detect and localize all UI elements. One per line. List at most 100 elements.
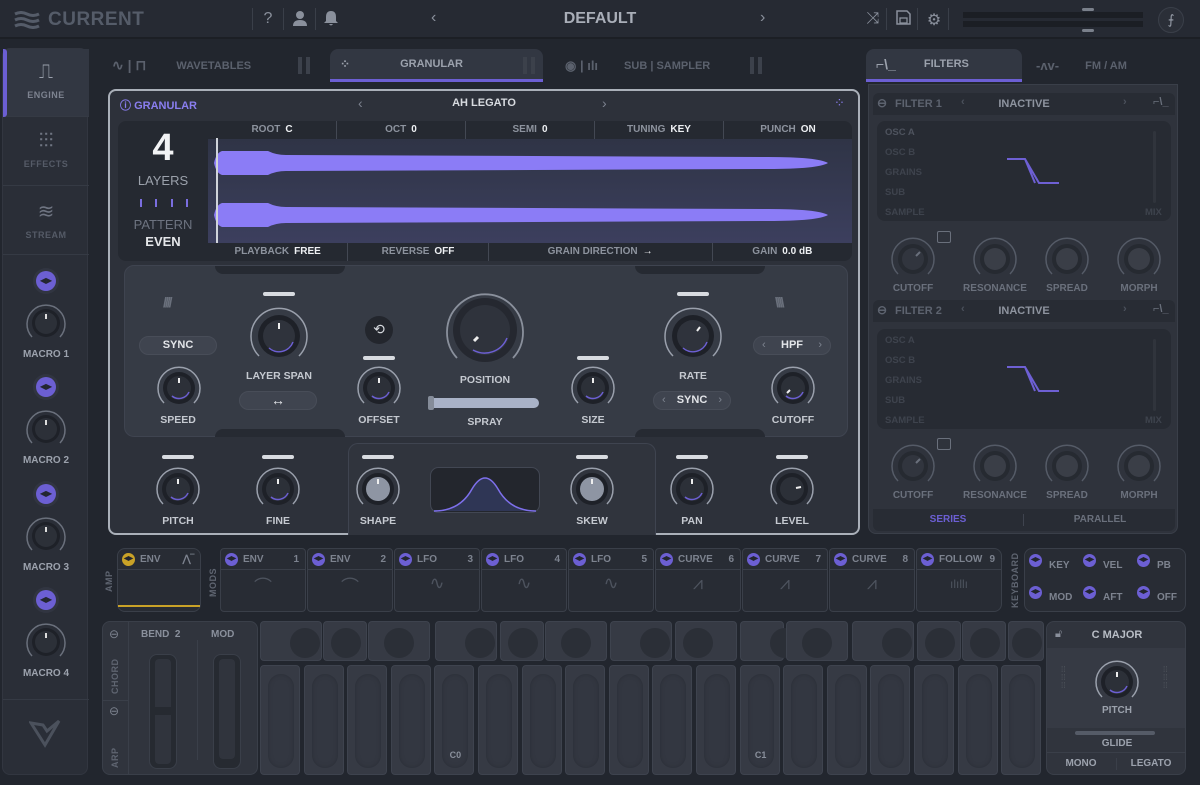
mod-handle[interactable]: ◀▶ (1083, 586, 1096, 599)
rate-mode-selector[interactable]: ‹ SYNC › (653, 391, 731, 410)
mono-button[interactable]: MONO (1047, 758, 1115, 769)
layer-span-knob[interactable] (247, 304, 311, 368)
macro-2-knob[interactable] (24, 407, 68, 451)
keytrack-icon[interactable] (937, 231, 951, 243)
speed-knob[interactable] (155, 364, 203, 412)
mix-slider[interactable] (1153, 131, 1156, 203)
preset-name[interactable]: DEFAULT (470, 10, 730, 28)
mod-handle[interactable]: ◀▶ (399, 553, 412, 566)
filter-type-selector[interactable]: ‹ HPF › (753, 336, 831, 355)
black-key[interactable] (545, 621, 607, 661)
black-key[interactable] (610, 621, 672, 661)
filter-2-morph-knob[interactable] (1115, 442, 1163, 490)
filter-2-spread-knob[interactable] (1043, 442, 1091, 490)
white-key[interactable] (303, 665, 344, 775)
prev-preset-button[interactable]: ‹ (431, 9, 436, 27)
shape-knob[interactable] (354, 465, 402, 513)
filter-1-resonance-knob[interactable] (971, 235, 1019, 283)
keytrack-icon[interactable] (937, 438, 951, 450)
macro-4-knob[interactable] (24, 620, 68, 664)
volume-handle[interactable] (1082, 8, 1094, 11)
white-key[interactable] (347, 665, 388, 775)
black-key[interactable] (435, 621, 497, 661)
mod-slot[interactable]: ◀▶ LFO 5 ∿ (568, 548, 654, 612)
tab-granular[interactable]: ⁘ GRANULAR (330, 49, 543, 82)
chord-power-icon[interactable]: ⊖ (109, 627, 119, 641)
mod-handle[interactable]: ◀▶ (573, 553, 586, 566)
sidebar-item-effects[interactable]: ⫶⫶⫶ EFFECTS (3, 118, 89, 186)
mod-slot[interactable]: ◀▶ LFO 3 ∿ (394, 548, 480, 612)
white-key[interactable]: C1 (739, 665, 780, 775)
kb-mod-mod[interactable]: ◀▶ MOD (1025, 581, 1079, 613)
black-key[interactable] (260, 621, 322, 661)
black-key[interactable] (368, 621, 430, 661)
tab-wavetables[interactable]: ∿ | ⊓ WAVETABLES (108, 49, 318, 82)
filter-1-cutoff-knob[interactable] (889, 235, 937, 283)
pitch-knob[interactable] (1093, 658, 1141, 706)
mod-handle[interactable]: ◀▶ (1137, 554, 1150, 567)
macro-mod-button[interactable]: ◀▶ (36, 590, 56, 610)
amp-mod-handle[interactable]: ◀▶ (122, 553, 135, 566)
macro-1-knob[interactable] (24, 301, 68, 345)
source-osc-b[interactable]: OSC B (885, 147, 915, 158)
pause-icon[interactable] (750, 57, 762, 74)
macro-mod-button[interactable]: ◀▶ (36, 271, 56, 291)
kb-mod-vel[interactable]: ◀▶ VEL (1079, 549, 1133, 581)
filter-2-cutoff-knob[interactable] (889, 442, 937, 490)
macro-mod-button[interactable]: ◀▶ (36, 377, 56, 397)
mod-handle[interactable]: ◀▶ (312, 553, 325, 566)
mod-handle[interactable]: ◀▶ (834, 553, 847, 566)
rate-knob[interactable] (661, 304, 725, 368)
next-filter-button[interactable]: › (1123, 303, 1127, 315)
mod-handle[interactable]: ◀▶ (1029, 554, 1042, 567)
param-semi[interactable]: SEMI 0 (466, 121, 595, 139)
macro-mod-button[interactable]: ◀▶ (36, 484, 56, 504)
white-key[interactable] (696, 665, 736, 775)
mod-handle[interactable]: ◀▶ (1029, 586, 1042, 599)
source-osc-b[interactable]: OSC B (885, 355, 915, 366)
grain-preset-name[interactable]: AH LEGATO (110, 97, 858, 109)
kb-mod-key[interactable]: ◀▶ KEY (1025, 549, 1079, 581)
black-key[interactable] (740, 621, 800, 661)
black-key[interactable] (1008, 621, 1044, 661)
parallel-button[interactable]: PARALLEL (1025, 514, 1175, 525)
curve-icon[interactable]: ⨍ (1158, 7, 1184, 33)
pattern-value[interactable]: EVEN (118, 234, 208, 249)
param-tuning[interactable]: TUNING KEY (595, 121, 724, 139)
white-key[interactable] (521, 665, 562, 775)
black-key[interactable] (323, 621, 367, 661)
chord-label[interactable]: CHORD (110, 659, 120, 695)
black-key[interactable] (852, 621, 914, 661)
bend-handle[interactable] (155, 707, 171, 715)
filter-type[interactable]: INACTIVE (873, 305, 1175, 317)
position-knob[interactable] (443, 288, 527, 372)
param-gain[interactable]: GAIN 0.0 dB (713, 243, 852, 261)
mod-handle[interactable]: ◀▶ (747, 553, 760, 566)
bend-range[interactable]: 2 (175, 629, 181, 640)
mod-handle[interactable]: ◀▶ (660, 553, 673, 566)
spray-handle[interactable] (428, 396, 434, 410)
white-key[interactable] (783, 665, 824, 775)
sync-button[interactable]: SYNC (139, 336, 217, 355)
white-key[interactable] (1001, 665, 1042, 775)
source-grains[interactable]: GRAINS (885, 375, 922, 386)
source-sample[interactable]: SAMPLE (885, 415, 925, 426)
tab-sub-sampler[interactable]: ◉ | ılı SUB | SAMPLER (555, 49, 770, 82)
param-grain-direction[interactable]: GRAIN DIRECTION → (489, 243, 713, 261)
black-key[interactable] (500, 621, 544, 661)
pan-knob[interactable] (668, 465, 716, 513)
mod-slot[interactable]: ◀▶ CURVE 7 ⩘ (742, 548, 828, 612)
mod-slot[interactable]: ◀▶ ENV 1 ⌒ (220, 548, 306, 612)
sidebar-item-engine[interactable]: ⎍ ENGINE (3, 49, 89, 117)
legato-button[interactable]: LEGATO (1117, 758, 1185, 769)
param-root[interactable]: ROOT C (208, 121, 337, 139)
help-icon[interactable]: ? (257, 10, 279, 28)
layers-display[interactable]: 4 LAYERS PATTERN EVEN (118, 121, 208, 261)
kb-mod-aft[interactable]: ◀▶ AFT (1079, 581, 1133, 613)
shuffle-icon[interactable]: ⤨ (862, 10, 884, 28)
save-icon[interactable] (892, 10, 914, 30)
source-sample[interactable]: SAMPLE (885, 207, 925, 218)
pause-icon[interactable] (523, 57, 535, 74)
fine-knob[interactable] (254, 465, 302, 513)
user-icon[interactable] (289, 10, 311, 31)
